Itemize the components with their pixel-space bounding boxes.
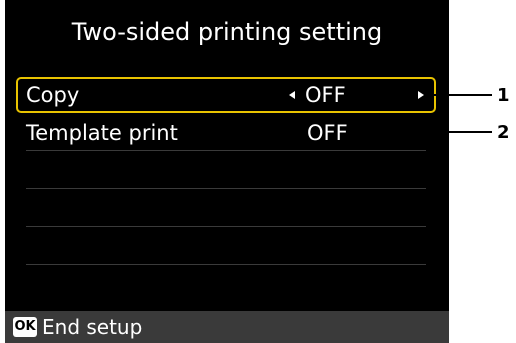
row-divider (26, 264, 426, 265)
row-divider (26, 226, 426, 227)
menu-item-label: Template print (26, 121, 178, 145)
footer-bar: OK End setup (5, 311, 449, 343)
arrow-right-icon[interactable] (418, 91, 424, 99)
ok-button-icon[interactable]: OK (13, 317, 37, 337)
row-divider (26, 150, 426, 151)
menu-item-label: Copy (26, 83, 80, 107)
callout-line (430, 94, 492, 96)
menu-item-value: OFF (305, 83, 346, 107)
arrow-left-icon[interactable] (289, 91, 295, 99)
screen-title: Two-sided printing setting (71, 18, 383, 46)
menu-item-copy[interactable]: Copy OFF (16, 77, 436, 113)
empty-row (16, 191, 436, 227)
empty-row (16, 153, 436, 189)
callout-number: 2 (497, 122, 510, 143)
callout-line (430, 131, 492, 133)
lcd-screen: Two-sided printing setting Copy OFF Temp… (5, 0, 449, 343)
callout-number: 1 (497, 85, 510, 106)
menu-item-template-print[interactable]: Template print OFF (16, 115, 436, 151)
empty-row (16, 229, 436, 265)
footer-hint: End setup (42, 315, 143, 339)
menu-item-value: OFF (307, 121, 348, 145)
row-divider (26, 188, 426, 189)
